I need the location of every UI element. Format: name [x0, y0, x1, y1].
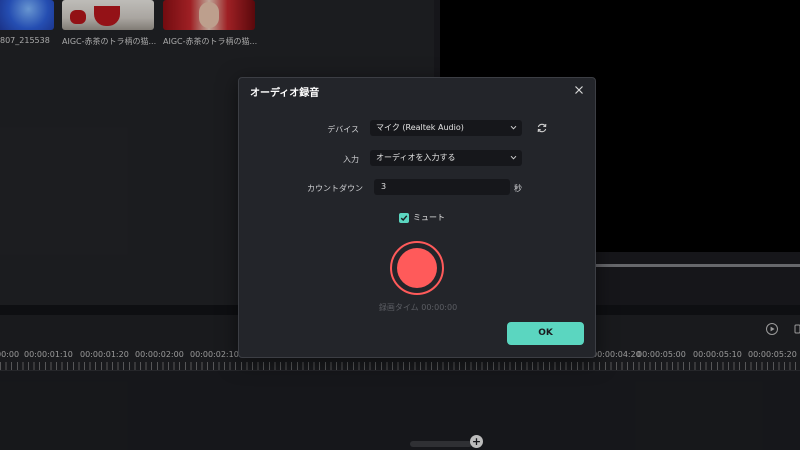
- chevron-down-icon: [510, 155, 517, 160]
- countdown-input[interactable]: 3: [374, 179, 510, 195]
- input-select[interactable]: オーディオを入力する: [370, 150, 522, 166]
- audio-recording-dialog: オーディオ録音 デバイス マイク (Realtek Audio) 入力 オーディ…: [238, 77, 596, 358]
- input-select-value: オーディオを入力する: [376, 153, 456, 162]
- countdown-label: カウントダウン: [307, 184, 363, 193]
- close-icon[interactable]: [572, 83, 586, 97]
- device-select-value: マイク (Realtek Audio): [376, 123, 464, 132]
- record-dot: [397, 248, 437, 288]
- mute-checkbox[interactable]: [399, 213, 409, 223]
- chevron-down-icon: [510, 125, 517, 130]
- countdown-unit: 秒: [514, 184, 522, 193]
- record-button[interactable]: [390, 241, 444, 295]
- checkmark-icon: [400, 215, 408, 222]
- device-label: デバイス: [327, 125, 359, 134]
- ok-button[interactable]: OK: [507, 322, 584, 345]
- mute-label[interactable]: ミュート: [413, 212, 445, 223]
- input-label: 入力: [343, 155, 359, 164]
- dialog-title: オーディオ録音: [250, 88, 320, 99]
- recording-time: 録画タイム 00:00:00: [378, 303, 458, 312]
- device-select[interactable]: マイク (Realtek Audio): [370, 120, 522, 136]
- editor-window: 807_215538 AIGC-赤茶のトラ柄の猫... AIGC-赤茶のトラ柄の…: [0, 0, 800, 450]
- refresh-icon[interactable]: [536, 122, 548, 134]
